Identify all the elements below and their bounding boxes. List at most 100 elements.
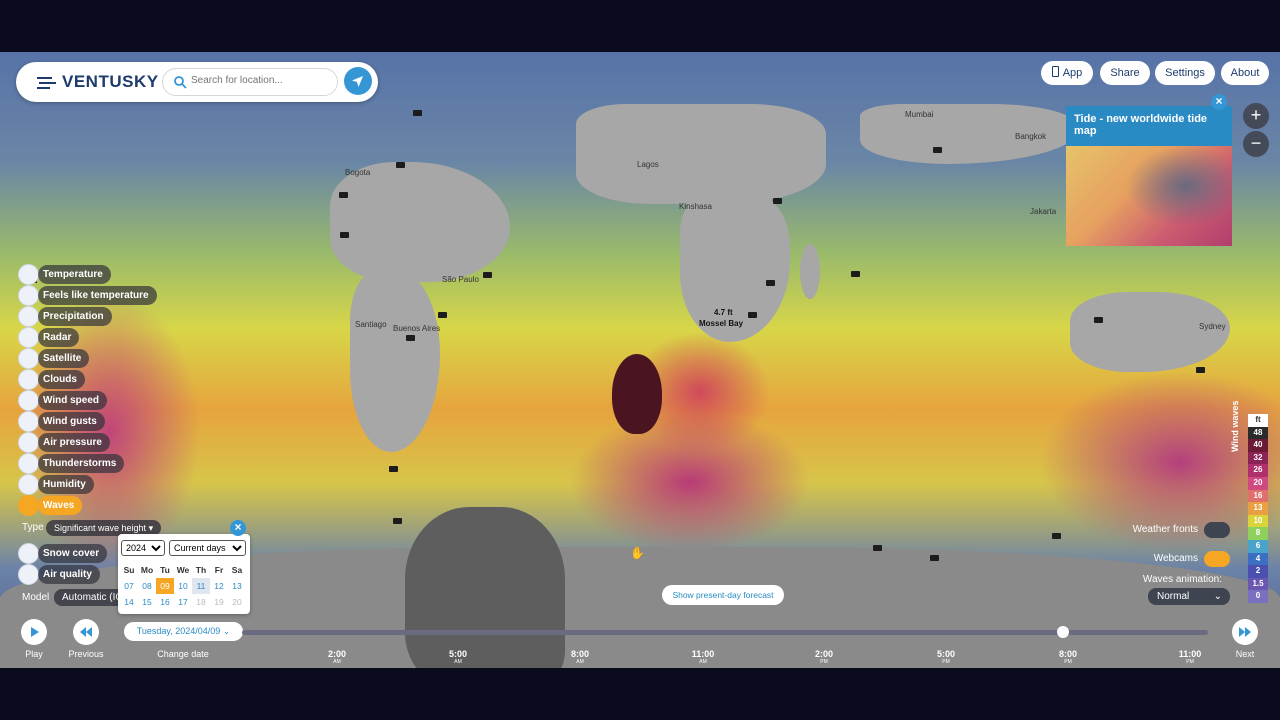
calendar-day[interactable]: 07	[120, 578, 138, 594]
webcam-marker[interactable]	[1052, 533, 1061, 539]
timeline-tick[interactable]: 2:00 AM	[317, 649, 357, 665]
legend-cells: 48 40 32 26 20 16 13 10 8 6 4 2 1.5 0	[1248, 426, 1268, 603]
next-button[interactable]	[1232, 619, 1258, 645]
webcam-marker[interactable]	[1196, 367, 1205, 373]
layer-label: Humidity	[38, 475, 94, 494]
webcam-marker[interactable]	[413, 110, 422, 116]
webcam-marker[interactable]	[393, 518, 402, 524]
search-box[interactable]	[162, 68, 338, 96]
landmass-madagascar	[800, 244, 820, 299]
weather-fronts-toggle[interactable]	[1204, 522, 1230, 538]
present-day-button[interactable]: Show present-day forecast	[662, 585, 784, 605]
landmass-africa	[576, 104, 826, 204]
city-label: Lagos	[637, 160, 659, 169]
previous-button[interactable]	[73, 619, 99, 645]
webcam-marker[interactable]	[930, 555, 939, 561]
zoom-in-button[interactable]: +	[1243, 103, 1269, 129]
tide-close-button[interactable]: ×	[1211, 94, 1227, 110]
snowflake-icon	[18, 543, 39, 564]
about-button[interactable]: About	[1221, 61, 1269, 85]
calendar-day[interactable]: 12	[210, 578, 228, 594]
webcam-marker[interactable]	[396, 162, 405, 168]
calendar-day-disabled: 18	[196, 597, 206, 607]
webcam-marker[interactable]	[766, 280, 775, 286]
change-date-label: Change date	[157, 649, 209, 659]
webcams-label: Webcams	[1153, 553, 1198, 564]
webcams-toggle[interactable]	[1204, 551, 1230, 567]
calendar-day[interactable]: 10	[174, 578, 192, 594]
hand-cursor-icon: ✋	[630, 546, 645, 560]
calendar-day[interactable]: 16	[156, 594, 174, 610]
date-picker-close-button[interactable]: ×	[230, 520, 246, 536]
settings-button[interactable]: Settings	[1155, 61, 1215, 85]
timeline-tick[interactable]: 5:00 PM	[926, 649, 966, 665]
date-picker: 2024 Current days Su Mo Tu We Th Fr Sa 0…	[118, 534, 250, 614]
year-select[interactable]: 2024	[121, 540, 165, 556]
about-button-label: About	[1230, 67, 1260, 79]
tide-promo-popup[interactable]: Tide - new worldwide tide map	[1066, 106, 1232, 246]
legend-title: Wind waves	[1230, 400, 1240, 452]
legend-cell: 1.5	[1248, 577, 1268, 591]
timeline-thumb[interactable]	[1057, 626, 1070, 638]
app-button[interactable]: App	[1041, 61, 1093, 85]
webcam-marker[interactable]	[340, 232, 349, 238]
calendar-day[interactable]: 17	[174, 594, 192, 610]
timeline-tick[interactable]: 5:00 AM	[438, 649, 478, 665]
calendar-day[interactable]: 08	[138, 578, 156, 594]
share-button-label: Share	[1110, 67, 1140, 79]
webcam-marker[interactable]	[483, 272, 492, 278]
webcam-marker[interactable]	[406, 335, 415, 341]
locate-button[interactable]	[344, 67, 372, 95]
range-select[interactable]: Current days	[169, 540, 246, 556]
weekday-header: Su	[123, 565, 135, 575]
calendar-day-selected[interactable]: 09	[156, 578, 174, 594]
share-button[interactable]: Share	[1100, 61, 1150, 85]
legend-cell: 32	[1248, 451, 1268, 465]
timeline-tick[interactable]: 8:00 AM	[560, 649, 600, 665]
calendar-day-today[interactable]: 11	[192, 578, 210, 594]
legend-cell: 20	[1248, 476, 1268, 490]
play-icon	[31, 627, 39, 637]
layer-label: Clouds	[38, 370, 85, 389]
waves-animation-select[interactable]: Normal ⌄	[1148, 588, 1230, 605]
webcam-marker[interactable]	[748, 312, 757, 318]
model-label: Model	[22, 592, 50, 603]
tick-ampm: PM	[1186, 659, 1194, 665]
settings-button-label: Settings	[1165, 67, 1205, 79]
webcam-marker[interactable]	[438, 312, 447, 318]
rewind-icon	[80, 627, 92, 637]
tick-time: 11:00	[1178, 649, 1202, 659]
satellite-icon	[18, 348, 39, 369]
legend-cell: 48	[1248, 426, 1268, 440]
zoom-out-button[interactable]: −	[1243, 131, 1269, 157]
layer-label: Temperature	[38, 265, 111, 284]
webcam-marker[interactable]	[933, 147, 942, 153]
weekday-header: Tu	[160, 565, 170, 575]
legend-cell: 40	[1248, 439, 1268, 452]
timeline-tick[interactable]: 8:00 PM	[1048, 649, 1088, 665]
webcam-marker[interactable]	[1094, 317, 1103, 323]
webcam-marker[interactable]	[389, 466, 398, 472]
search-input[interactable]	[189, 74, 333, 87]
tide-map-preview[interactable]	[1066, 146, 1232, 246]
timeline-tick[interactable]: 11:00 PM	[1170, 649, 1210, 665]
webcam-marker[interactable]	[773, 198, 782, 204]
tick-time: 2:00	[814, 649, 833, 659]
webcam-marker[interactable]	[339, 192, 348, 198]
calendar-day[interactable]: 15	[138, 594, 156, 610]
app-logo[interactable]: VENTUSKY	[62, 72, 159, 92]
timeline-tick[interactable]: 11:00 AM	[683, 649, 723, 665]
mossel-bay-label[interactable]: Mossel Bay	[699, 319, 743, 328]
play-button[interactable]	[21, 619, 47, 645]
timeline-tick[interactable]: 2:00 PM	[804, 649, 844, 665]
layer-label: Air pressure	[38, 433, 110, 452]
webcam-marker[interactable]	[873, 545, 882, 551]
webcam-marker[interactable]	[851, 271, 860, 277]
calendar-day[interactable]: 14	[120, 594, 138, 610]
waves-icon	[18, 495, 39, 516]
tick-ampm: PM	[1064, 659, 1072, 665]
play-label: Play	[25, 649, 43, 659]
city-label: Jakarta	[1030, 207, 1057, 216]
date-select[interactable]: Tuesday, 2024/04/09 ⌄	[124, 622, 243, 641]
calendar-day[interactable]: 13	[228, 578, 246, 594]
